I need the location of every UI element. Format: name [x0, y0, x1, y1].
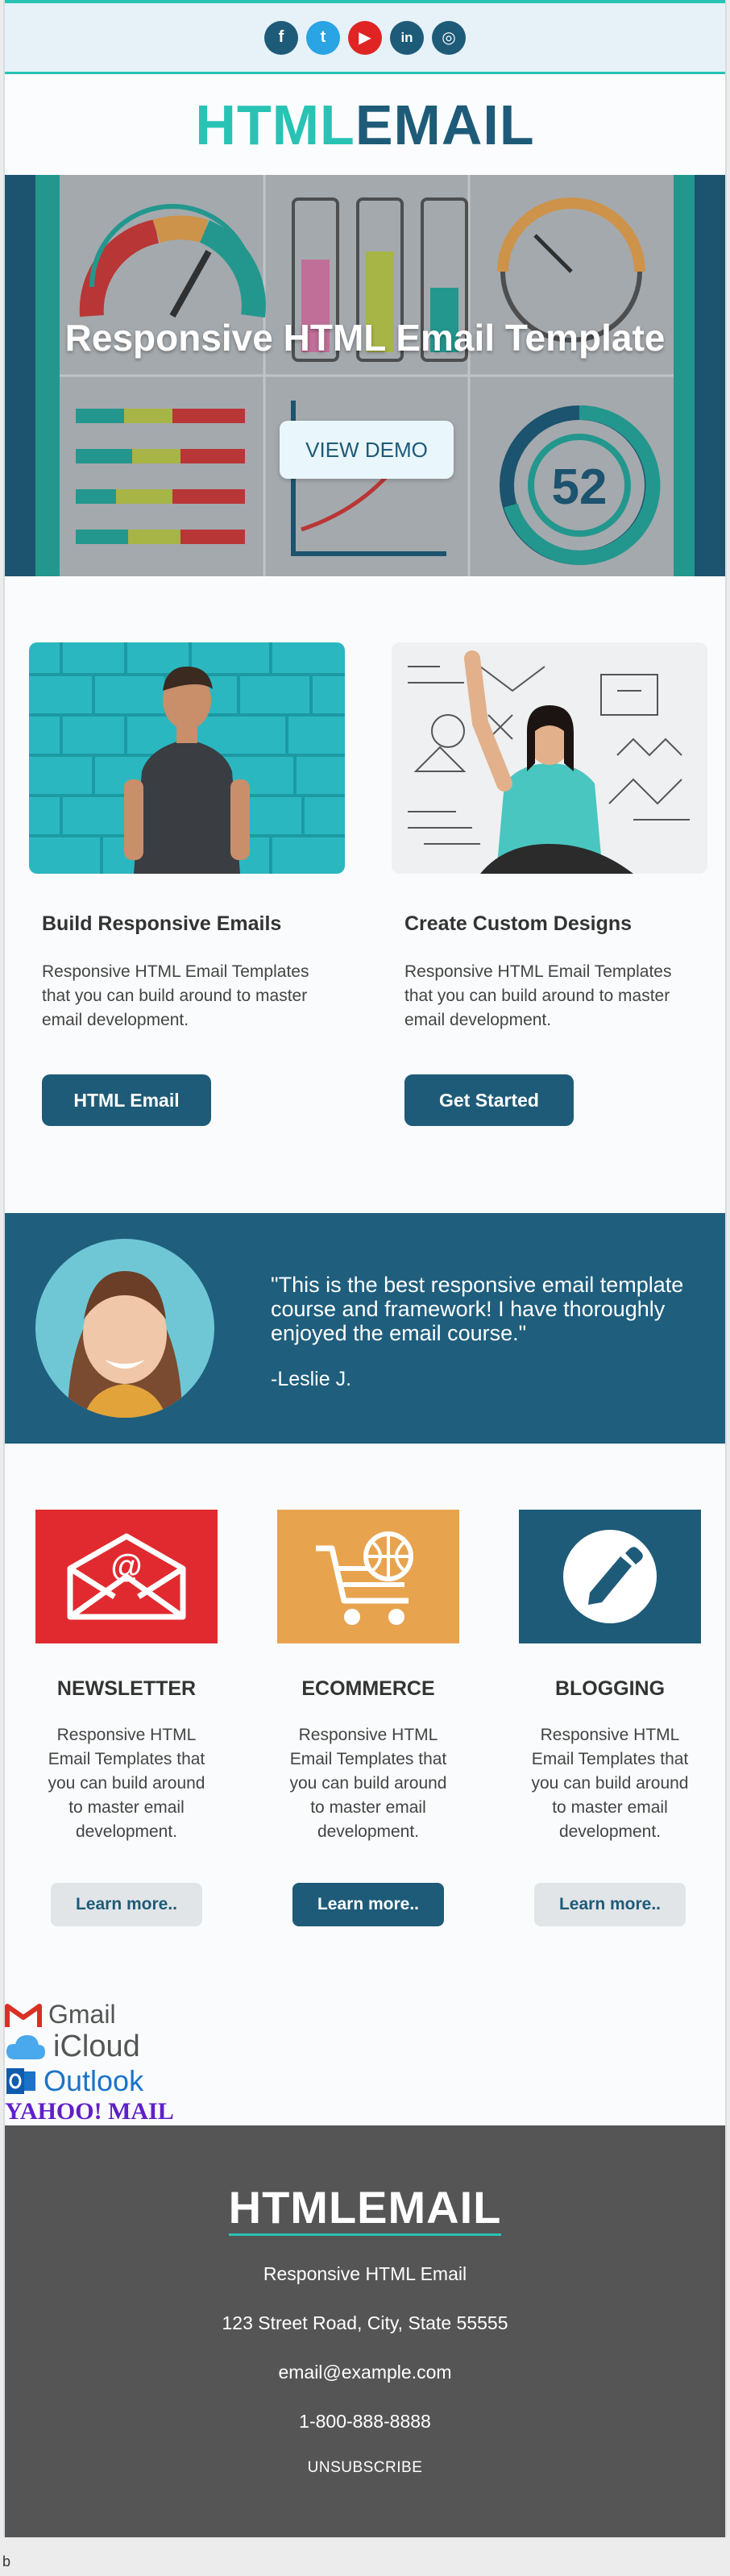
feature-text: Responsive HTML Email Templates that you…: [289, 1726, 447, 1841]
outlook-logo: Outlook: [5, 2064, 725, 2098]
header-logo-row: HTMLEMAIL: [5, 74, 725, 175]
hero-overlay: [5, 175, 725, 576]
outlook-icon: [6, 2068, 35, 2094]
footer-company: Responsive HTML Email: [263, 2263, 467, 2284]
hero-banner: 52 Responsive HTML Email Template VIEW D…: [5, 175, 725, 576]
footer-phone[interactable]: 1-800-888-8888: [5, 2410, 725, 2433]
gmail-icon: [5, 2003, 42, 2027]
testimonial-author: -Leslie J.: [271, 1368, 352, 1390]
footer-logo[interactable]: HTMLEMAIL: [228, 2125, 502, 2236]
yahoo-mail-logo: YAHOO! MAIL: [5, 2098, 725, 2125]
get-started-button[interactable]: Get Started: [404, 1074, 574, 1126]
facebook-icon[interactable]: f: [264, 20, 298, 55]
blog-chat-icon: [563, 1530, 657, 1623]
email-page: f t ▶ in ◎ HTMLEMAIL 52 Responsive HTML …: [3, 0, 727, 2537]
card-title: Create Custom Designs: [404, 912, 633, 935]
html-email-button[interactable]: HTML Email: [42, 1074, 211, 1126]
stray-text: b: [2, 2553, 11, 2570]
social-bar: f t ▶ in ◎: [5, 0, 725, 74]
learn-more-button[interactable]: Learn more..: [292, 1883, 444, 1926]
svg-text:@: @: [110, 1548, 142, 1584]
feature-newsletter: @ NEWSLETTER Responsive HTML Email Templ…: [35, 1510, 218, 1926]
outlook-label: Outlook: [44, 2064, 144, 2097]
feature-ecommerce: ECOMMERCE Responsive HTML Email Template…: [277, 1510, 459, 1926]
icloud-logo: iCloud: [5, 2030, 725, 2064]
man-photo: [29, 642, 345, 874]
feature-title: BLOGGING: [554, 1677, 666, 1700]
learn-more-button[interactable]: Learn more..: [534, 1883, 686, 1926]
footer-address: 123 Street Road, City, State 55555: [222, 2312, 508, 2333]
linkedin-icon[interactable]: in: [390, 20, 424, 55]
feature-title: NEWSLETTER: [56, 1677, 197, 1700]
logo-part-email: EMAIL: [355, 93, 535, 156]
email-clients-bar: Gmail iCloud Outlook YAHOO! MAIL: [5, 2000, 725, 2125]
icloud-label: iCloud: [53, 2030, 140, 2063]
feature-text: Responsive HTML Email Templates that you…: [48, 1726, 205, 1841]
testimonial-quote: "This is the best responsive email templ…: [271, 1273, 684, 1345]
footer-email[interactable]: email@example.com: [5, 2361, 725, 2383]
learn-more-button[interactable]: Learn more..: [51, 1883, 202, 1926]
testimonial-section: "This is the best responsive email templ…: [5, 1213, 725, 1444]
newsletter-tile: @: [35, 1510, 218, 1643]
testimonial-avatar: [35, 1239, 214, 1418]
hero-title: Responsive HTML Email Template: [64, 317, 666, 359]
card-text: Responsive HTML Email Templates that you…: [42, 962, 309, 1029]
shopping-cart-icon: [316, 1531, 413, 1625]
card-custom-designs: Create Custom Designs Responsive HTML Em…: [392, 642, 707, 1126]
logo-part-html: HTML: [195, 93, 355, 156]
card-build-emails: Build Responsive Emails Responsive HTML …: [29, 642, 345, 1126]
yahoo-mail-label: YAHOO! MAIL: [5, 2098, 174, 2125]
feature-text: Responsive HTML Email Templates that you…: [531, 1726, 689, 1841]
twitter-icon[interactable]: t: [306, 20, 340, 55]
features-section: @ NEWSLETTER Responsive HTML Email Templ…: [5, 1444, 725, 2000]
feature-blogging: BLOGGING Responsive HTML Email Templates…: [519, 1510, 701, 1926]
leslie-portrait: [35, 1239, 214, 1418]
ecommerce-tile: [277, 1510, 459, 1643]
view-demo-button[interactable]: VIEW DEMO: [280, 421, 454, 479]
footer: HTMLEMAIL Responsive HTML Email 123 Stre…: [5, 2125, 725, 2537]
youtube-icon[interactable]: ▶: [348, 20, 382, 55]
gmail-logo: Gmail: [5, 2000, 725, 2030]
card-text: Responsive HTML Email Templates that you…: [404, 962, 672, 1029]
man-image: [29, 642, 345, 874]
unsubscribe-link[interactable]: UNSUBSCRIBE: [5, 2459, 725, 2477]
whiteboard-image: [392, 642, 707, 874]
blogging-tile: [519, 1510, 701, 1643]
htmlemail-logo[interactable]: HTMLEMAIL: [195, 93, 534, 157]
two-column-section: Build Responsive Emails Responsive HTML …: [5, 576, 725, 1213]
woman-whiteboard-photo: [392, 642, 707, 874]
feature-title: ECOMMERCE: [301, 1677, 435, 1700]
envelope-icon: @: [67, 1533, 186, 1620]
cloud-icon: [6, 2034, 45, 2059]
instagram-icon[interactable]: ◎: [432, 20, 466, 55]
gmail-label: Gmail: [48, 2000, 116, 2029]
card-title: Build Responsive Emails: [42, 912, 282, 935]
